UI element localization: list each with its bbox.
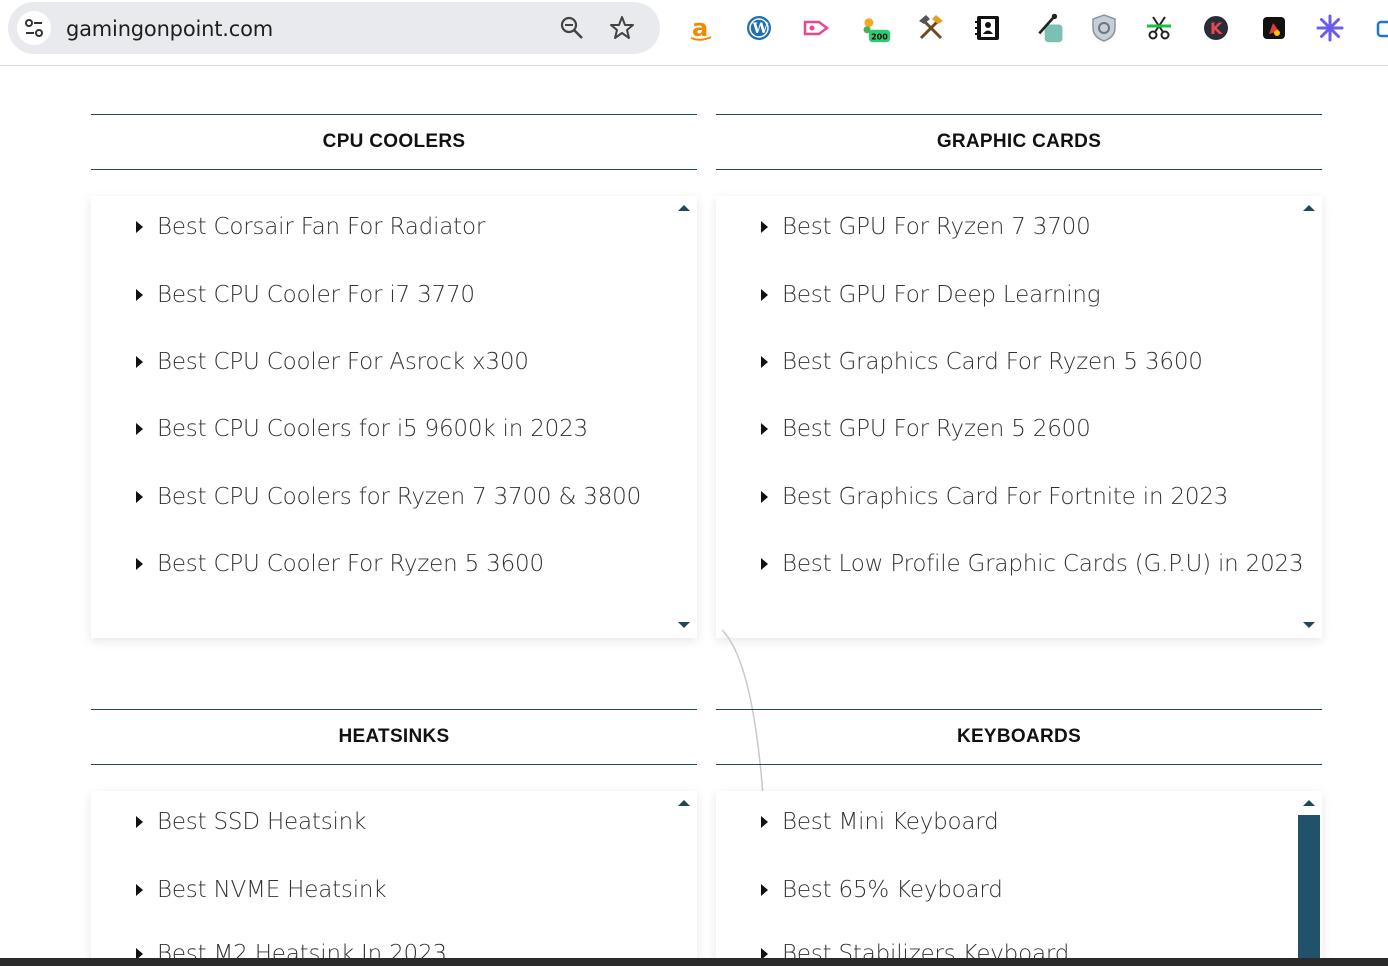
- bullet-icon: [761, 356, 768, 368]
- amazon-icon[interactable]: a: [685, 12, 717, 44]
- tag-arrow-icon[interactable]: [800, 12, 832, 44]
- list-item[interactable]: Best GPU For Ryzen 7 3700: [761, 214, 1091, 240]
- bullet-icon: [136, 356, 143, 368]
- list-item[interactable]: Best GPU For Deep Learning: [761, 282, 1101, 308]
- bullet-icon: [761, 558, 768, 570]
- eyedropper-icon[interactable]: [1034, 12, 1066, 44]
- address-bar[interactable]: gamingonpoint.com: [8, 2, 660, 54]
- zoom-icon[interactable]: [558, 14, 586, 42]
- scrollbar-thumb[interactable]: [1298, 815, 1320, 966]
- scroll-up-icon[interactable]: [1303, 205, 1315, 211]
- bullet-icon: [761, 289, 768, 301]
- shield-icon[interactable]: [1088, 12, 1120, 44]
- svg-text:a: a: [692, 14, 708, 42]
- list-item[interactable]: Best CPU Cooler For Asrock x300: [136, 349, 529, 375]
- list-item[interactable]: Best Graphics Card For Fortnite in 2023: [761, 484, 1228, 510]
- bullet-icon: [761, 816, 768, 828]
- bullet-icon: [136, 558, 143, 570]
- scissors-icon[interactable]: [1143, 12, 1175, 44]
- extension-badge: 200: [871, 33, 888, 42]
- browser-toolbar: gamingonpoint.com a W 200 K: [0, 0, 1388, 66]
- partial-extension-icon[interactable]: [1370, 12, 1388, 44]
- bullet-icon: [761, 491, 768, 503]
- cpu-coolers-list[interactable]: Best Corsair Fan For Radiator Best CPU C…: [91, 196, 697, 638]
- site-info-icon[interactable]: [17, 11, 51, 45]
- bullet-icon: [136, 816, 143, 828]
- list-item[interactable]: Best Mini Keyboard: [761, 809, 999, 835]
- url-text[interactable]: gamingonpoint.com: [66, 17, 273, 41]
- bullet-icon: [136, 423, 143, 435]
- bullet-icon: [761, 884, 768, 896]
- section-title-heatsinks: HEATSINKS: [91, 709, 697, 765]
- bullet-icon: [761, 221, 768, 233]
- taskbar-strip: [0, 958, 1388, 966]
- keyboards-list[interactable]: Best Mini Keyboard Best 65% Keyboard Bes…: [716, 791, 1322, 966]
- graphic-cards-list[interactable]: Best GPU For Ryzen 7 3700 Best GPU For D…: [716, 196, 1322, 638]
- list-item[interactable]: Best SSD Heatsink: [136, 809, 366, 835]
- list-item[interactable]: Best NVME Heatsink: [136, 877, 387, 903]
- list-item[interactable]: Best 65% Keyboard: [761, 877, 1003, 903]
- section-title-cpu-coolers: CPU COOLERS: [91, 114, 697, 170]
- scroll-up-icon[interactable]: [678, 800, 690, 806]
- counter-extension-icon[interactable]: 200: [860, 12, 892, 44]
- scroll-up-icon[interactable]: [678, 205, 690, 211]
- scroll-up-icon[interactable]: [1303, 800, 1315, 806]
- bullet-icon: [761, 423, 768, 435]
- bullet-icon: [136, 221, 143, 233]
- tools-icon[interactable]: [915, 12, 947, 44]
- scroll-down-icon[interactable]: [1303, 622, 1315, 628]
- k-icon[interactable]: K: [1200, 12, 1232, 44]
- list-item[interactable]: Best CPU Cooler For Ryzen 5 3600: [136, 551, 544, 577]
- bullet-icon: [136, 289, 143, 301]
- list-item[interactable]: Best GPU For Ryzen 5 2600: [761, 416, 1091, 442]
- bookmark-star-icon[interactable]: [608, 14, 636, 42]
- section-title-graphic-cards: GRAPHIC CARDS: [716, 114, 1322, 170]
- svg-text:K: K: [1210, 19, 1223, 38]
- svg-text:W: W: [752, 21, 769, 37]
- list-item[interactable]: Best Corsair Fan For Radiator: [136, 214, 485, 240]
- wordpress-icon[interactable]: W: [743, 12, 775, 44]
- bullet-icon: [136, 884, 143, 896]
- contact-book-icon[interactable]: [972, 12, 1004, 44]
- list-item[interactable]: Best CPU Cooler For i7 3770: [136, 282, 475, 308]
- section-title-keyboards: KEYBOARDS: [716, 709, 1322, 765]
- list-item[interactable]: Best Graphics Card For Ryzen 5 3600: [761, 349, 1203, 375]
- list-item[interactable]: Best CPU Coolers for Ryzen 7 3700 & 3800: [136, 484, 641, 510]
- list-item[interactable]: Best CPU Coolers for i5 9600k in 2023: [136, 416, 588, 442]
- heatsinks-list[interactable]: Best SSD Heatsink Best NVME Heatsink Bes…: [91, 791, 697, 966]
- scroll-down-icon[interactable]: [678, 622, 690, 628]
- asterisk-icon[interactable]: [1314, 12, 1346, 44]
- dark-app-icon[interactable]: [1258, 12, 1290, 44]
- list-item[interactable]: Best Low Profile Graphic Cards (G.P.U) i…: [761, 551, 1304, 577]
- bullet-icon: [136, 491, 143, 503]
